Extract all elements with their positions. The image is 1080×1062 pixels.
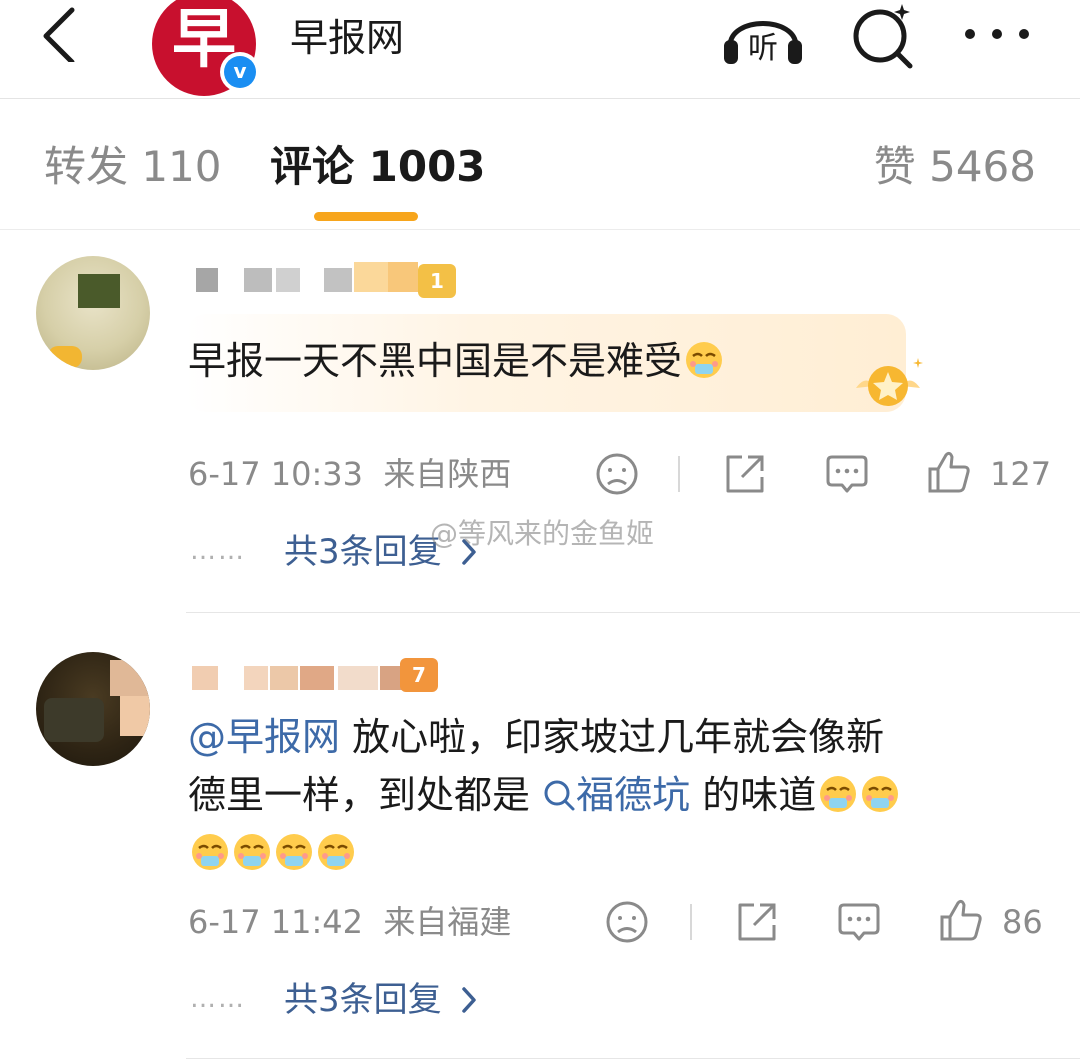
level-badge: 7 xyxy=(400,658,438,692)
tab-repost[interactable]: 转发 110 xyxy=(44,141,222,193)
comment-icon[interactable] xyxy=(836,899,882,945)
comment-text: @早报网 放心啦，印家坡过几年就会像新 德里一样，到处都是 福德坑 的味道 xyxy=(188,708,1028,882)
emoji-icon xyxy=(192,834,228,870)
replies-dots: …… xyxy=(190,984,246,1014)
comment-time: 6-17 10:33 xyxy=(188,455,364,493)
tab-comments[interactable]: 评论 1003 xyxy=(270,141,486,193)
comment-time: 6-17 11:42 xyxy=(188,903,364,941)
emoji-icon xyxy=(318,834,354,870)
verified-badge: v xyxy=(220,52,260,92)
back-icon[interactable] xyxy=(36,6,86,65)
emoji-icon xyxy=(276,834,312,870)
vip-star-icon xyxy=(856,358,923,406)
comment-meta: 6-17 10:33 来自陕西 xyxy=(188,454,511,494)
emoji-icon xyxy=(686,342,723,378)
action-separator xyxy=(690,904,692,940)
tab-likes[interactable]: 赞 5468 xyxy=(874,141,1036,193)
account-name[interactable]: 早报网 xyxy=(290,14,404,62)
share-icon[interactable] xyxy=(722,451,768,497)
like-count: 86 xyxy=(1002,903,1043,941)
listen-icon[interactable]: 听 xyxy=(720,0,806,70)
comment-text: 早报一天不黑中国是不是难受 xyxy=(188,332,724,390)
active-tab-indicator xyxy=(314,212,418,221)
comment-divider xyxy=(186,612,1080,613)
like-icon[interactable] xyxy=(938,897,984,943)
replies-dots: …… xyxy=(190,536,246,566)
like-icon[interactable] xyxy=(926,449,972,495)
tab-bar: 转发 110 评论 1003 赞 5468 xyxy=(0,99,1080,230)
watermark: @等风来的金鱼姬 xyxy=(430,517,655,550)
share-icon[interactable] xyxy=(734,899,780,945)
username-blurred[interactable] xyxy=(196,262,456,298)
view-replies-link[interactable]: 共3条回复 xyxy=(284,978,480,1022)
level-badge: 1 xyxy=(418,264,456,298)
action-separator xyxy=(678,456,680,492)
listen-label: 听 xyxy=(748,31,778,66)
like-count: 127 xyxy=(990,455,1052,493)
emoji-icon xyxy=(862,776,899,812)
mention-link[interactable]: @早报网 xyxy=(188,715,340,759)
avatar[interactable] xyxy=(36,652,150,766)
avatar[interactable] xyxy=(36,256,150,370)
dislike-icon[interactable] xyxy=(604,899,650,945)
comment-divider xyxy=(186,1058,1080,1059)
reply-chevron-icon xyxy=(462,987,477,1013)
dislike-icon[interactable] xyxy=(594,451,640,497)
comment-location: 来自陕西 xyxy=(383,455,512,493)
emoji-icon xyxy=(820,776,857,812)
topic-search-icon xyxy=(544,780,575,811)
comment-icon[interactable] xyxy=(824,451,870,497)
topic-link[interactable]: 福德坑 xyxy=(542,773,690,817)
search-icon[interactable] xyxy=(848,0,918,70)
comment-meta: 6-17 11:42 来自福建 xyxy=(188,902,511,942)
top-bar: 早 v 早报网 听 xyxy=(0,0,1080,99)
more-icon[interactable] xyxy=(960,14,1034,54)
comment-location: 来自福建 xyxy=(383,903,512,941)
emoji-icon xyxy=(234,834,270,870)
